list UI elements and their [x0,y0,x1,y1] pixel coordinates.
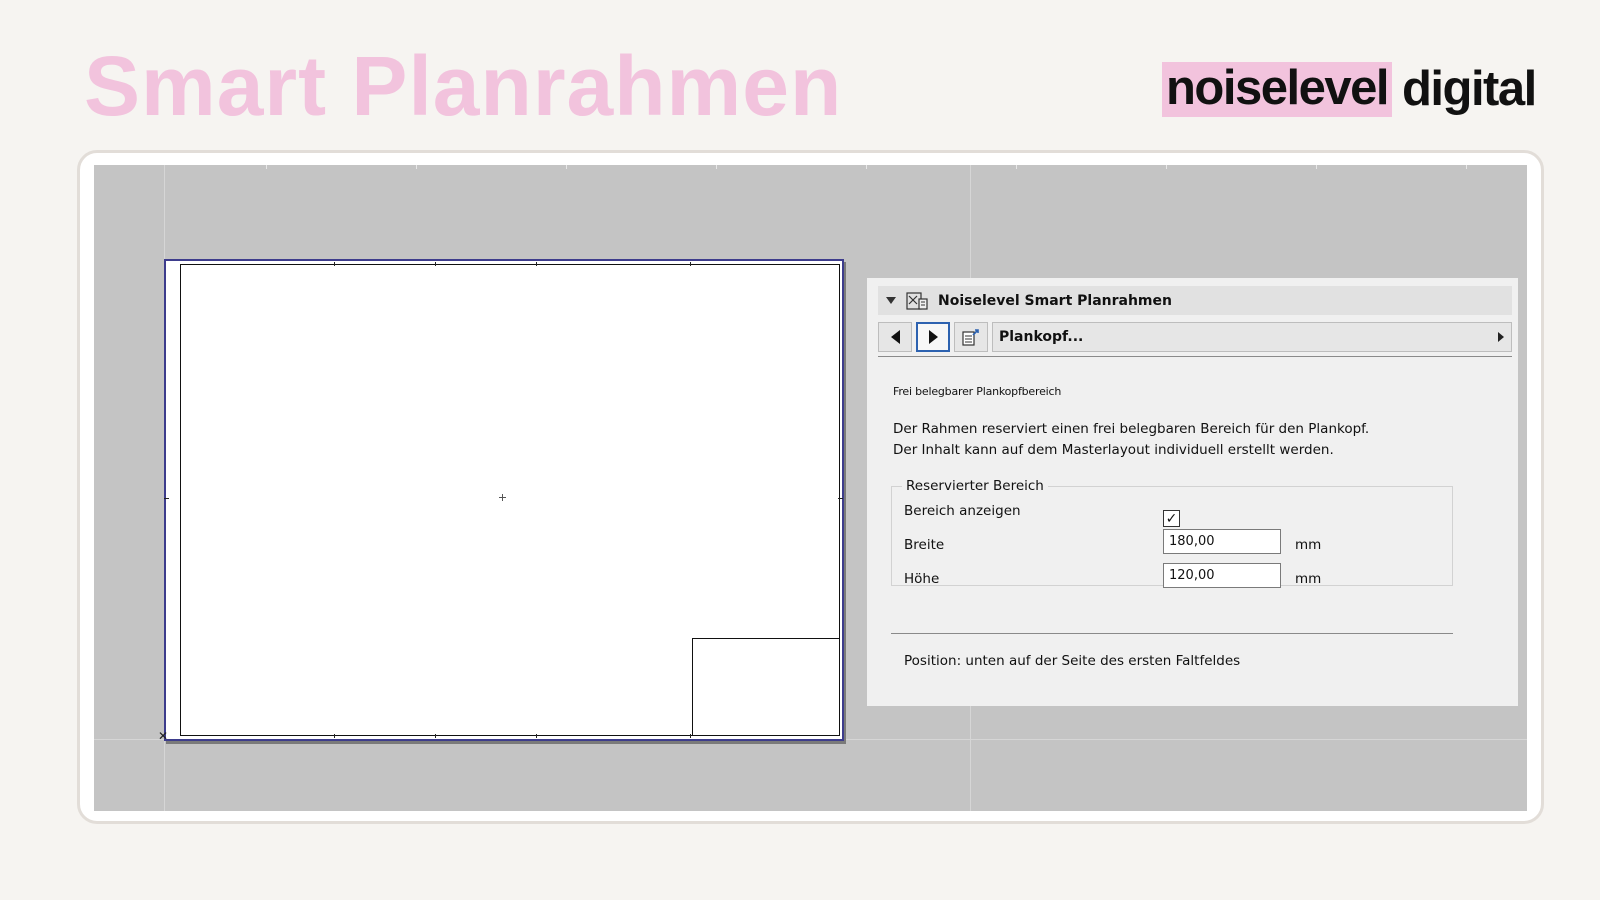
triangle-left-icon [890,330,900,344]
origin-cross-icon: ✕ [158,729,169,743]
slide-title: Smart Planrahmen [84,39,843,133]
sheet-tick [838,498,843,499]
logo-text: digital [1401,62,1537,116]
sheet-tick [435,262,436,266]
title-block-area[interactable] [692,638,840,736]
sheet-tick [690,262,691,266]
divider [891,633,1453,634]
width-unit: mm [1295,537,1322,553]
logo-highlight-text: noiselevel [1162,62,1392,117]
page-export-icon [962,329,979,346]
height-input[interactable]: 120,00 [1163,563,1281,588]
settings-panel: Noiselevel Smart Planrahmen Plankopf... … [867,278,1518,706]
triangle-right-icon [928,330,938,344]
previous-page-button[interactable] [878,322,912,352]
description-line: Der Inhalt kann auf dem Masterlayout ind… [893,442,1334,458]
sheet-tick [334,734,335,738]
object-settings-icon [906,291,928,310]
sheet-tick [164,498,169,499]
sheet-tick [334,262,335,266]
panel-toolbar: Plankopf... [878,322,1512,354]
checkmark-icon: ✓ [1165,510,1178,527]
ruler-tick [1016,165,1017,169]
ruler-tick [866,165,867,169]
ruler-tick [416,165,417,169]
ruler-tick [566,165,567,169]
ruler-tick [1466,165,1467,169]
group-legend: Reservierter Bereich [902,478,1048,494]
ruler-tick [1316,165,1317,169]
panel-title: Noiselevel Smart Planrahmen [938,292,1172,309]
ruler-tick [266,165,267,169]
description-line: Der Rahmen reserviert einen frei belegba… [893,421,1370,437]
panel-header[interactable]: Noiselevel Smart Planrahmen [878,286,1512,315]
sheet-tick [536,734,537,738]
dropdown-arrow-icon [1498,332,1504,342]
show-area-label: Bereich anzeigen [904,503,1021,519]
show-area-checkbox[interactable]: ✓ [1163,510,1180,527]
divider [878,356,1512,357]
description-text: Der Rahmen reserviert einen frei belegba… [893,419,1369,461]
center-mark-icon [499,494,506,501]
collapse-caret-icon[interactable] [886,297,896,304]
height-label: Höhe [904,571,940,587]
page-export-button[interactable] [954,322,988,352]
next-page-button[interactable] [916,322,950,352]
sheet-tick [690,734,691,738]
position-text: Position: unten auf der Seite des ersten… [904,653,1241,669]
height-unit: mm [1295,571,1322,587]
width-label: Breite [904,537,945,553]
sheet-tick [435,734,436,738]
page-dropdown[interactable]: Plankopf... [992,322,1512,352]
width-input[interactable]: 180,00 [1163,529,1281,554]
brand-logo: noiselevel digital [1162,62,1537,117]
ruler-tick [1166,165,1167,169]
sheet-tick [536,262,537,266]
ruler-tick [716,165,717,169]
section-caption: Frei belegbarer Plankopfbereich [893,385,1062,398]
page-dropdown-label: Plankopf... [999,329,1084,345]
